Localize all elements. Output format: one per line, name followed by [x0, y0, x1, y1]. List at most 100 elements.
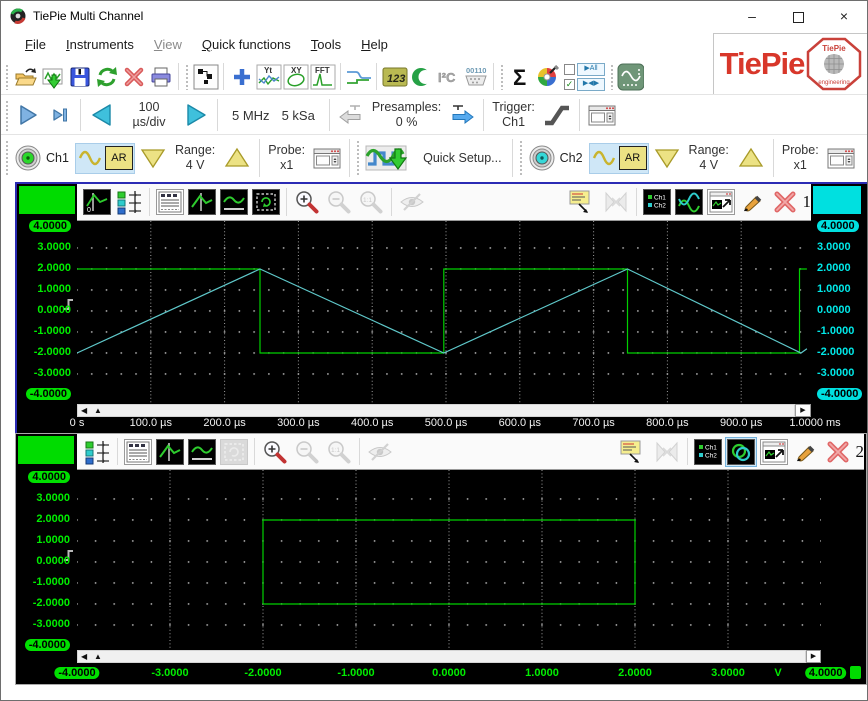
- menu-item-file[interactable]: File: [15, 31, 56, 59]
- g1-zero-axis-button[interactable]: 0: [82, 188, 112, 216]
- ch2-range-up-button[interactable]: [733, 145, 769, 172]
- object-tree-button[interactable]: [192, 63, 219, 90]
- graph1-plot[interactable]: [77, 221, 811, 404]
- menu-item-tools[interactable]: Tools: [301, 31, 351, 59]
- menu-item-instruments[interactable]: Instruments: [56, 31, 144, 59]
- g1-legend-button[interactable]: Ch1Ch2: [642, 188, 672, 216]
- ch1-range-up-button[interactable]: [219, 145, 255, 172]
- g1-delete-graph-button[interactable]: [770, 188, 800, 216]
- ch1-enable-button[interactable]: [12, 145, 44, 172]
- toolbar-grip[interactable]: [610, 63, 615, 90]
- range-end-button[interactable]: 4.0000: [16, 470, 70, 485]
- add-yt-graph-button[interactable]: Yt: [255, 63, 282, 90]
- title-bar[interactable]: TiePie Multi Channel – ×: [1, 1, 867, 31]
- ch1-range-down-button[interactable]: [135, 145, 171, 172]
- g1-graph-view-button[interactable]: [187, 188, 217, 216]
- toolbar-grip[interactable]: [500, 63, 505, 90]
- g2-zoom-region-button[interactable]: [219, 438, 249, 466]
- graph2-hscrollbar[interactable]: ◀ ▲: [77, 650, 806, 663]
- g1-add-comment-button[interactable]: [563, 188, 599, 216]
- meter-button[interactable]: 123: [381, 63, 408, 90]
- g2-legend-button[interactable]: Ch1Ch2: [693, 438, 723, 466]
- range-end-button[interactable]: 4.0000: [805, 666, 847, 680]
- g1-envelope-view-button[interactable]: [219, 188, 249, 216]
- range-end-button[interactable]: -4.0000: [17, 387, 71, 402]
- save-button[interactable]: [66, 63, 93, 90]
- range-end-button[interactable]: -4.0000: [54, 666, 99, 680]
- g2-add-comment-button[interactable]: [614, 438, 650, 466]
- g1-zoom-out-button[interactable]: [324, 188, 354, 216]
- settings-button[interactable]: [617, 63, 644, 90]
- ch2-settings-button[interactable]: [823, 145, 859, 172]
- menu-item-help[interactable]: Help: [351, 31, 398, 59]
- toolbar-grip[interactable]: [5, 63, 10, 90]
- ch2-range-down-button[interactable]: [649, 145, 685, 172]
- serial-button[interactable]: 00110: [462, 63, 489, 90]
- g1-yt-xy-toggle-button[interactable]: [674, 188, 704, 216]
- graph2-scroll-right-button[interactable]: ▶: [806, 650, 821, 663]
- scroll-left-icon[interactable]: ◀: [81, 652, 87, 662]
- g1-table-view-button[interactable]: [155, 188, 185, 216]
- one-shot-button[interactable]: [44, 102, 76, 129]
- toolbar-grip[interactable]: [5, 99, 10, 131]
- toolbar-grip[interactable]: [356, 139, 361, 177]
- g1-zoom-reset-button[interactable]: 1:1: [356, 188, 386, 216]
- g2-delete-comment-button[interactable]: [652, 438, 682, 466]
- trigger-slope-button[interactable]: [539, 102, 575, 129]
- print-button[interactable]: [147, 63, 174, 90]
- open-button[interactable]: [12, 63, 39, 90]
- crescent-button[interactable]: [408, 63, 435, 90]
- ch2-enable-button[interactable]: [526, 145, 558, 172]
- play-all-toggle[interactable]: ▶All: [564, 63, 605, 76]
- g2-yt-xy-toggle-button[interactable]: [725, 437, 757, 467]
- timebase-faster-button[interactable]: [179, 102, 213, 129]
- range-end-button[interactable]: 4.0000: [17, 219, 71, 234]
- g2-hide-trace-button[interactable]: [365, 438, 395, 466]
- g2-envelope-view-button[interactable]: [187, 438, 217, 466]
- toolbar-grip[interactable]: [185, 63, 190, 90]
- step-response-button[interactable]: [345, 63, 372, 90]
- g2-zoom-in-button[interactable]: [260, 438, 290, 466]
- ch2-autorange-button[interactable]: AR: [619, 146, 647, 170]
- scroll-left-icon[interactable]: ◀: [81, 406, 87, 416]
- g2-zoom-out-button[interactable]: [292, 438, 322, 466]
- minimize-button[interactable]: –: [729, 1, 775, 31]
- close-button[interactable]: ×: [821, 1, 867, 31]
- graph2-plot[interactable]: [77, 470, 821, 650]
- add-instrument-button[interactable]: [228, 63, 255, 90]
- toolbar-grip[interactable]: [5, 139, 10, 177]
- g1-zoom-region-button[interactable]: [251, 188, 281, 216]
- color-picker-button[interactable]: [534, 63, 561, 90]
- maximize-button[interactable]: [775, 1, 821, 31]
- range-end-button[interactable]: 4.0000: [817, 219, 859, 234]
- g2-zoom-reset-button[interactable]: 1:1: [324, 438, 354, 466]
- g2-graph-view-button[interactable]: [155, 438, 185, 466]
- play-step-toggle[interactable]: ✓ ▶◀▶: [564, 78, 605, 91]
- graph1-trigger-position-marker[interactable]: ▲: [94, 406, 102, 416]
- add-fft-graph-button[interactable]: FFT: [309, 63, 336, 90]
- trigger-settings-button[interactable]: [584, 102, 620, 129]
- graph1-hscrollbar[interactable]: ◀ ▲: [77, 404, 795, 417]
- graph1-scroll-right-button[interactable]: ▶: [795, 404, 811, 417]
- sum-button[interactable]: Σ: [507, 63, 534, 90]
- range-end-button[interactable]: -4.0000: [16, 638, 70, 653]
- refresh-button[interactable]: [93, 63, 120, 90]
- g1-offsets-button[interactable]: [114, 188, 144, 216]
- g2-offsets-button[interactable]: [82, 438, 112, 466]
- i2c-button[interactable]: I²C: [435, 63, 462, 90]
- g1-delete-comment-button[interactable]: [601, 188, 631, 216]
- ch2-signal-type-button[interactable]: [591, 145, 618, 172]
- range-end-button[interactable]: -4.0000: [817, 387, 862, 402]
- start-button[interactable]: [12, 102, 44, 129]
- menu-item-view[interactable]: View: [144, 31, 192, 59]
- menu-item-quick-functions[interactable]: Quick functions: [192, 31, 301, 59]
- graph2-trigger-position-marker[interactable]: ▲: [94, 652, 102, 662]
- g2-open-in-window-button[interactable]: [759, 438, 789, 466]
- quick-setup-label[interactable]: Quick Setup...: [423, 151, 502, 165]
- delete-button[interactable]: [120, 63, 147, 90]
- quick-setup-button[interactable]: [363, 145, 417, 172]
- timebase-slower-button[interactable]: [85, 102, 119, 129]
- g2-edit-colors-button[interactable]: [791, 438, 821, 466]
- presamples-decrease-button[interactable]: [334, 102, 368, 129]
- import-data-button[interactable]: [39, 63, 66, 90]
